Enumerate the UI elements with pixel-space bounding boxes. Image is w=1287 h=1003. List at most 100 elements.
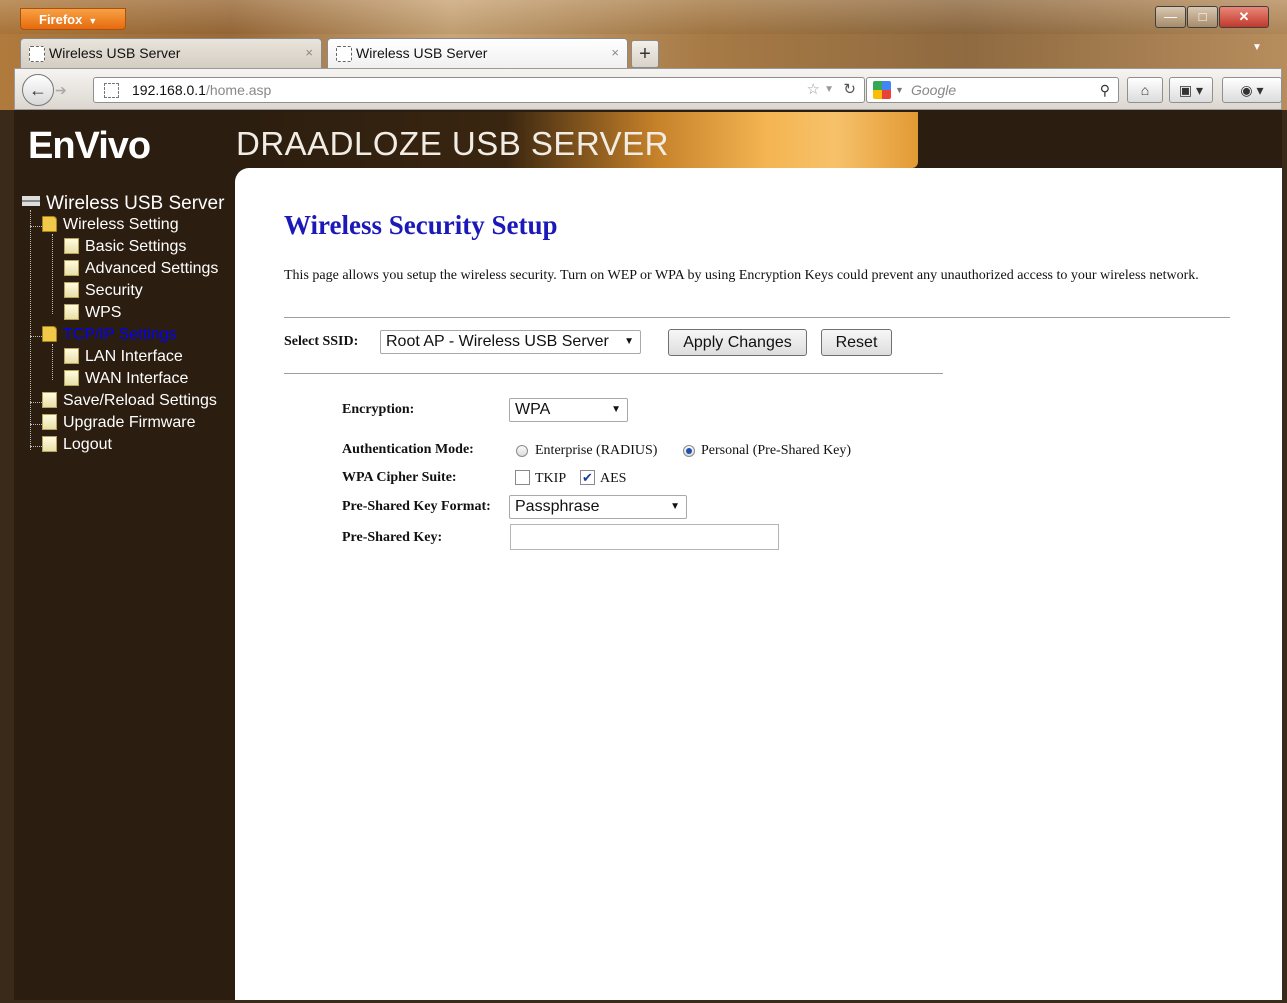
sidebar-item-label: WPS [85, 304, 122, 321]
search-bar[interactable]: ▼ Google ⚲ [866, 77, 1119, 103]
sidebar-item-wps[interactable]: WPS [64, 302, 121, 324]
page-favicon-icon [29, 46, 45, 62]
page-icon [42, 414, 57, 430]
sidebar-item-label: Upgrade Firmware [63, 414, 196, 431]
encryption-label: Encryption: [342, 402, 415, 417]
sidebar-item-security[interactable]: Security [64, 280, 143, 302]
chevron-down-icon: ▼ [670, 501, 680, 512]
sidebar-item-upgrade-firmware[interactable]: Upgrade Firmware [42, 412, 195, 434]
envivo-logo: EnVivo [28, 125, 151, 167]
back-button[interactable]: ← [22, 74, 54, 106]
page-title: Wireless Security Setup [284, 210, 558, 240]
page-icon [64, 260, 79, 276]
close-tab-icon[interactable]: × [611, 39, 619, 67]
url-text: 192.168.0.1/home.asp [132, 78, 271, 102]
sidebar-item-advanced-settings[interactable]: Advanced Settings [64, 258, 218, 280]
addon-button[interactable]: ◉ ▾ [1222, 77, 1282, 103]
cipher-suite-label: WPA Cipher Suite: [342, 470, 457, 485]
tree-line [30, 226, 42, 227]
sidebar-item-wireless-setting[interactable]: Wireless Setting [42, 214, 179, 236]
sidebar-item-label: TCP/IP Settings [63, 326, 177, 343]
psk-format-value: Passphrase [515, 498, 600, 515]
aes-label: AES [600, 471, 627, 486]
encryption-value: WPA [515, 401, 551, 418]
forward-button[interactable]: ➔ [55, 80, 87, 100]
psk-format-select[interactable]: Passphrase ▼ [509, 495, 687, 519]
bookmarks-button[interactable]: ▣ ▾ [1169, 77, 1213, 103]
page-description: This page allows you setup the wireless … [284, 268, 1199, 283]
sidebar-item-wan-interface[interactable]: WAN Interface [64, 368, 188, 390]
sidebar-item-save-reload[interactable]: Save/Reload Settings [42, 390, 217, 412]
chevron-down-icon: ▼ [611, 404, 621, 415]
tree-line [52, 344, 53, 380]
auth-mode-label: Authentication Mode: [342, 442, 474, 457]
url-bar[interactable]: 192.168.0.1/home.asp ☆ ▼ ↻ [93, 77, 865, 103]
sidebar-item-label: Logout [63, 436, 112, 453]
banner-title: DRAADLOZE USB SERVER [236, 125, 670, 162]
sidebar-item-tcpip-settings[interactable]: TCP/IP Settings [42, 324, 177, 346]
auth-enterprise-radio[interactable] [516, 445, 528, 457]
apply-changes-button[interactable]: Apply Changes [668, 329, 807, 356]
page-favicon-icon [336, 46, 352, 62]
home-button[interactable]: ⌂ [1127, 77, 1163, 103]
tkip-checkbox[interactable] [515, 470, 530, 485]
tree-line [30, 402, 42, 403]
sidebar-item-basic-settings[interactable]: Basic Settings [64, 236, 186, 258]
tree-line [52, 234, 53, 314]
sidebar-item-lan-interface[interactable]: LAN Interface [64, 346, 183, 368]
encryption-select[interactable]: WPA ▼ [509, 398, 628, 422]
ssid-select[interactable]: Root AP - Wireless USB Server ▼ [380, 330, 641, 354]
sidebar-root[interactable]: Wireless USB Server [22, 193, 224, 215]
aes-checkbox[interactable]: ✔ [580, 470, 595, 485]
content-panel [235, 168, 1282, 1000]
chevron-down-icon: ▼ [88, 16, 98, 26]
sidebar-item-label: Wireless Setting [63, 216, 179, 233]
engine-dropdown-icon[interactable]: ▼ [895, 78, 904, 102]
firefox-menu-button[interactable]: Firefox ▼ [20, 8, 126, 30]
auth-enterprise-label: Enterprise (RADIUS) [535, 443, 658, 458]
tree-line [30, 210, 31, 450]
sidebar-item-logout[interactable]: Logout [42, 434, 112, 456]
page-icon [42, 392, 57, 408]
new-tab-button[interactable]: + [631, 40, 659, 68]
close-window-button[interactable]: ✕ [1219, 6, 1269, 28]
sidebar-item-label: Basic Settings [85, 238, 187, 255]
chevron-down-icon: ▼ [624, 336, 634, 347]
tab-title: Wireless USB Server [49, 45, 181, 61]
page-icon [64, 370, 79, 386]
browser-tab-1[interactable]: Wireless USB Server × [20, 38, 322, 68]
firefox-menu-label: Firefox [39, 12, 83, 27]
server-icon [22, 196, 40, 206]
maximize-button[interactable]: □ [1187, 6, 1218, 28]
url-host: 192.168.0.1 [132, 82, 206, 98]
tree-line [30, 424, 42, 425]
ssid-value: Root AP - Wireless USB Server [386, 333, 609, 350]
tab-title: Wireless USB Server [356, 45, 488, 61]
search-icon[interactable]: ⚲ [1100, 78, 1110, 102]
sidebar-item-label: WAN Interface [85, 370, 189, 387]
sidebar-item-label: Security [85, 282, 143, 299]
folder-open-icon [42, 326, 57, 342]
ssid-label: Select SSID: [284, 334, 359, 349]
bookmark-star-icon[interactable]: ☆ [807, 78, 820, 102]
close-tab-icon[interactable]: × [305, 39, 313, 67]
minimize-button[interactable]: — [1155, 6, 1186, 28]
title-bar [0, 0, 1287, 34]
psk-label: Pre-Shared Key: [342, 530, 443, 545]
page-icon [64, 348, 79, 364]
psk-input[interactable] [510, 524, 779, 550]
search-placeholder: Google [911, 82, 957, 98]
auth-personal-radio[interactable] [683, 445, 695, 457]
sidebar-root-label: Wireless USB Server [46, 193, 225, 214]
divider [284, 317, 1230, 318]
reset-button[interactable]: Reset [821, 329, 892, 356]
page-icon [64, 304, 79, 320]
tab-list-icon[interactable]: ▼ [1252, 42, 1262, 53]
google-logo-icon[interactable] [873, 81, 891, 99]
reload-icon[interactable]: ↻ [843, 78, 856, 102]
tree-line [30, 446, 42, 447]
browser-tab-2[interactable]: Wireless USB Server × [327, 38, 628, 68]
page-icon [42, 436, 57, 452]
history-dropdown-icon[interactable]: ▼ [824, 78, 834, 102]
tree-line [30, 336, 42, 337]
